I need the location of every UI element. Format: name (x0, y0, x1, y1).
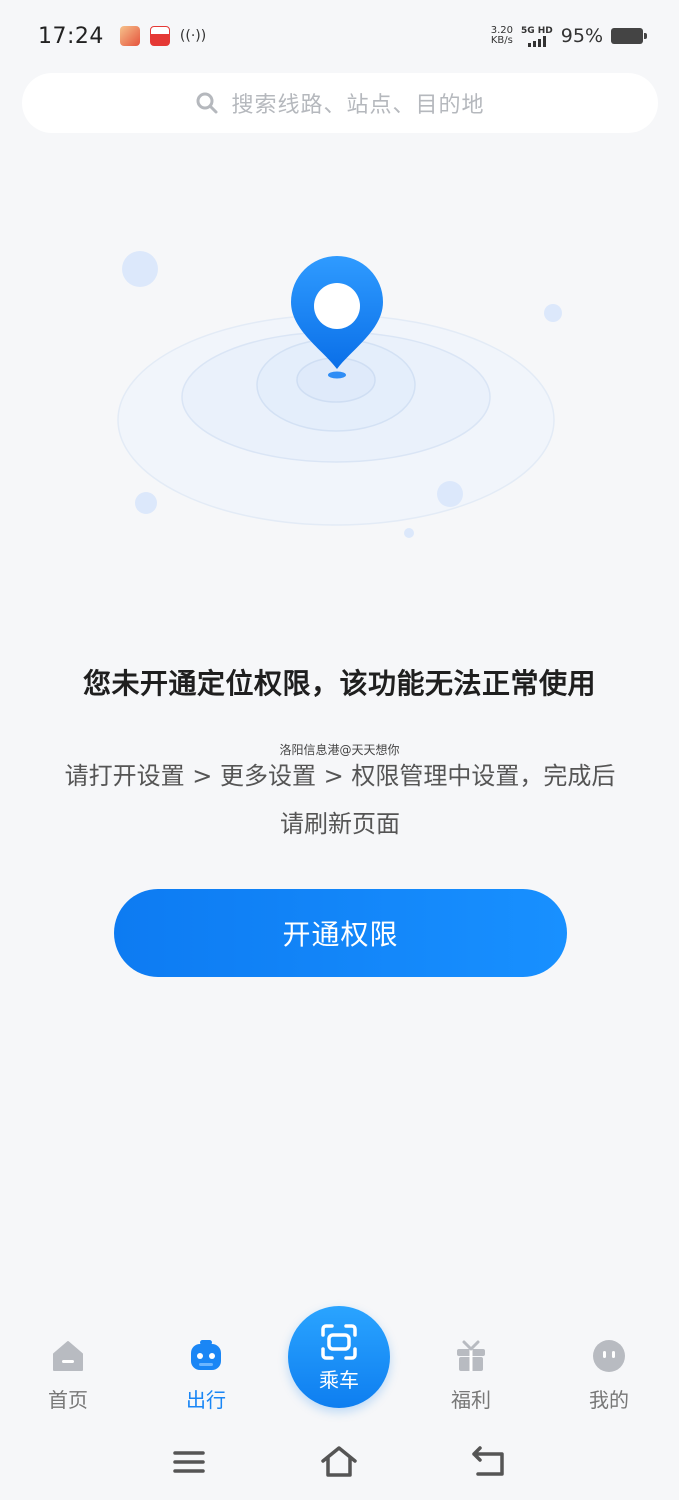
tab-home[interactable]: 首页 (13, 1338, 123, 1428)
signal-label: 5G HD (520, 25, 553, 36)
search-placeholder: 搜索线路、站点、目的地 (231, 93, 485, 118)
gift-icon (457, 1340, 485, 1371)
scan-icon (321, 1323, 357, 1360)
status-bar: 17:24 ((·)) 3.20 KB/s 5G HD 95% (0, 0, 679, 72)
instruction-line-2: 请刷新页面 (280, 810, 400, 838)
permission-warning-title: 您未开通定位权限，该功能无法正常使用 (82, 667, 596, 700)
profile-icon (593, 1340, 625, 1372)
home-icon (53, 1341, 83, 1371)
status-left: 17:24 ((·)) (38, 23, 207, 49)
bottom-tab-bar: 首页 出行 乘车 福利 我的 (0, 1306, 679, 1430)
enable-permission-button[interactable]: 开通权限 (114, 889, 567, 977)
tab-welfare-label: 福利 (451, 1388, 491, 1412)
menu-icon[interactable] (169, 1444, 209, 1480)
tab-travel-label: 出行 (186, 1388, 226, 1412)
battery-percent: 95% (560, 25, 603, 47)
status-right: 3.20 KB/s 5G HD 95% (491, 25, 647, 47)
status-time: 17:24 (38, 23, 104, 49)
tab-ride-label: 乘车 (319, 1367, 359, 1392)
net-speed: 3.20 KB/s (491, 26, 513, 46)
search-input[interactable]: 搜索线路、站点、目的地 (22, 73, 658, 133)
app-notification-icon (119, 26, 140, 46)
permission-instruction: 请打开设置 > 更多设置 > 权限管理中设置，完成后 请刷新页面 (40, 752, 640, 848)
battery-icon (611, 28, 647, 44)
back-icon[interactable] (470, 1444, 510, 1480)
tab-mine[interactable]: 我的 (554, 1338, 664, 1428)
tab-ride[interactable]: 乘车 (288, 1306, 390, 1408)
tab-home-label: 首页 (48, 1388, 88, 1412)
home-nav-icon[interactable] (319, 1444, 359, 1480)
instruction-line-1: 请打开设置 > 更多设置 > 权限管理中设置，完成后 (64, 762, 616, 790)
system-nav-bar (0, 1432, 679, 1492)
tab-welfare[interactable]: 福利 (416, 1338, 526, 1428)
signal-icon: 5G HD (521, 26, 553, 47)
tab-travel[interactable]: 出行 (151, 1338, 261, 1428)
hotspot-icon: ((·)) (179, 28, 207, 44)
search-icon (196, 92, 218, 114)
news-notification-icon (149, 26, 170, 46)
tab-mine-label: 我的 (589, 1388, 629, 1412)
net-speed-unit: KB/s (490, 35, 513, 46)
bus-icon (191, 1340, 221, 1370)
location-illustration (117, 251, 562, 538)
